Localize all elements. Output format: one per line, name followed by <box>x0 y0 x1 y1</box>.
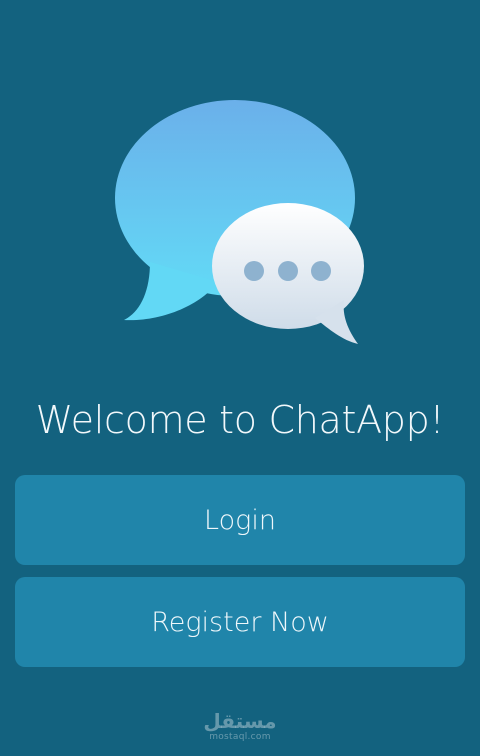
watermark-arabic: مستقل <box>203 709 277 733</box>
login-button[interactable]: Login <box>15 475 465 565</box>
typing-dot <box>278 261 298 281</box>
watermark: مستقل mostaql.com <box>0 710 480 742</box>
chat-bubbles-icon <box>115 100 364 344</box>
login-button-label: Login <box>204 504 276 536</box>
watermark-latin: mostaql.com <box>209 732 271 742</box>
typing-dots <box>244 261 331 281</box>
welcome-title: Welcome to ChatApp! <box>35 398 445 442</box>
typing-dot <box>311 261 331 281</box>
register-button-label: Register Now <box>151 606 329 638</box>
typing-dot <box>244 261 264 281</box>
register-button[interactable]: Register Now <box>15 577 465 667</box>
